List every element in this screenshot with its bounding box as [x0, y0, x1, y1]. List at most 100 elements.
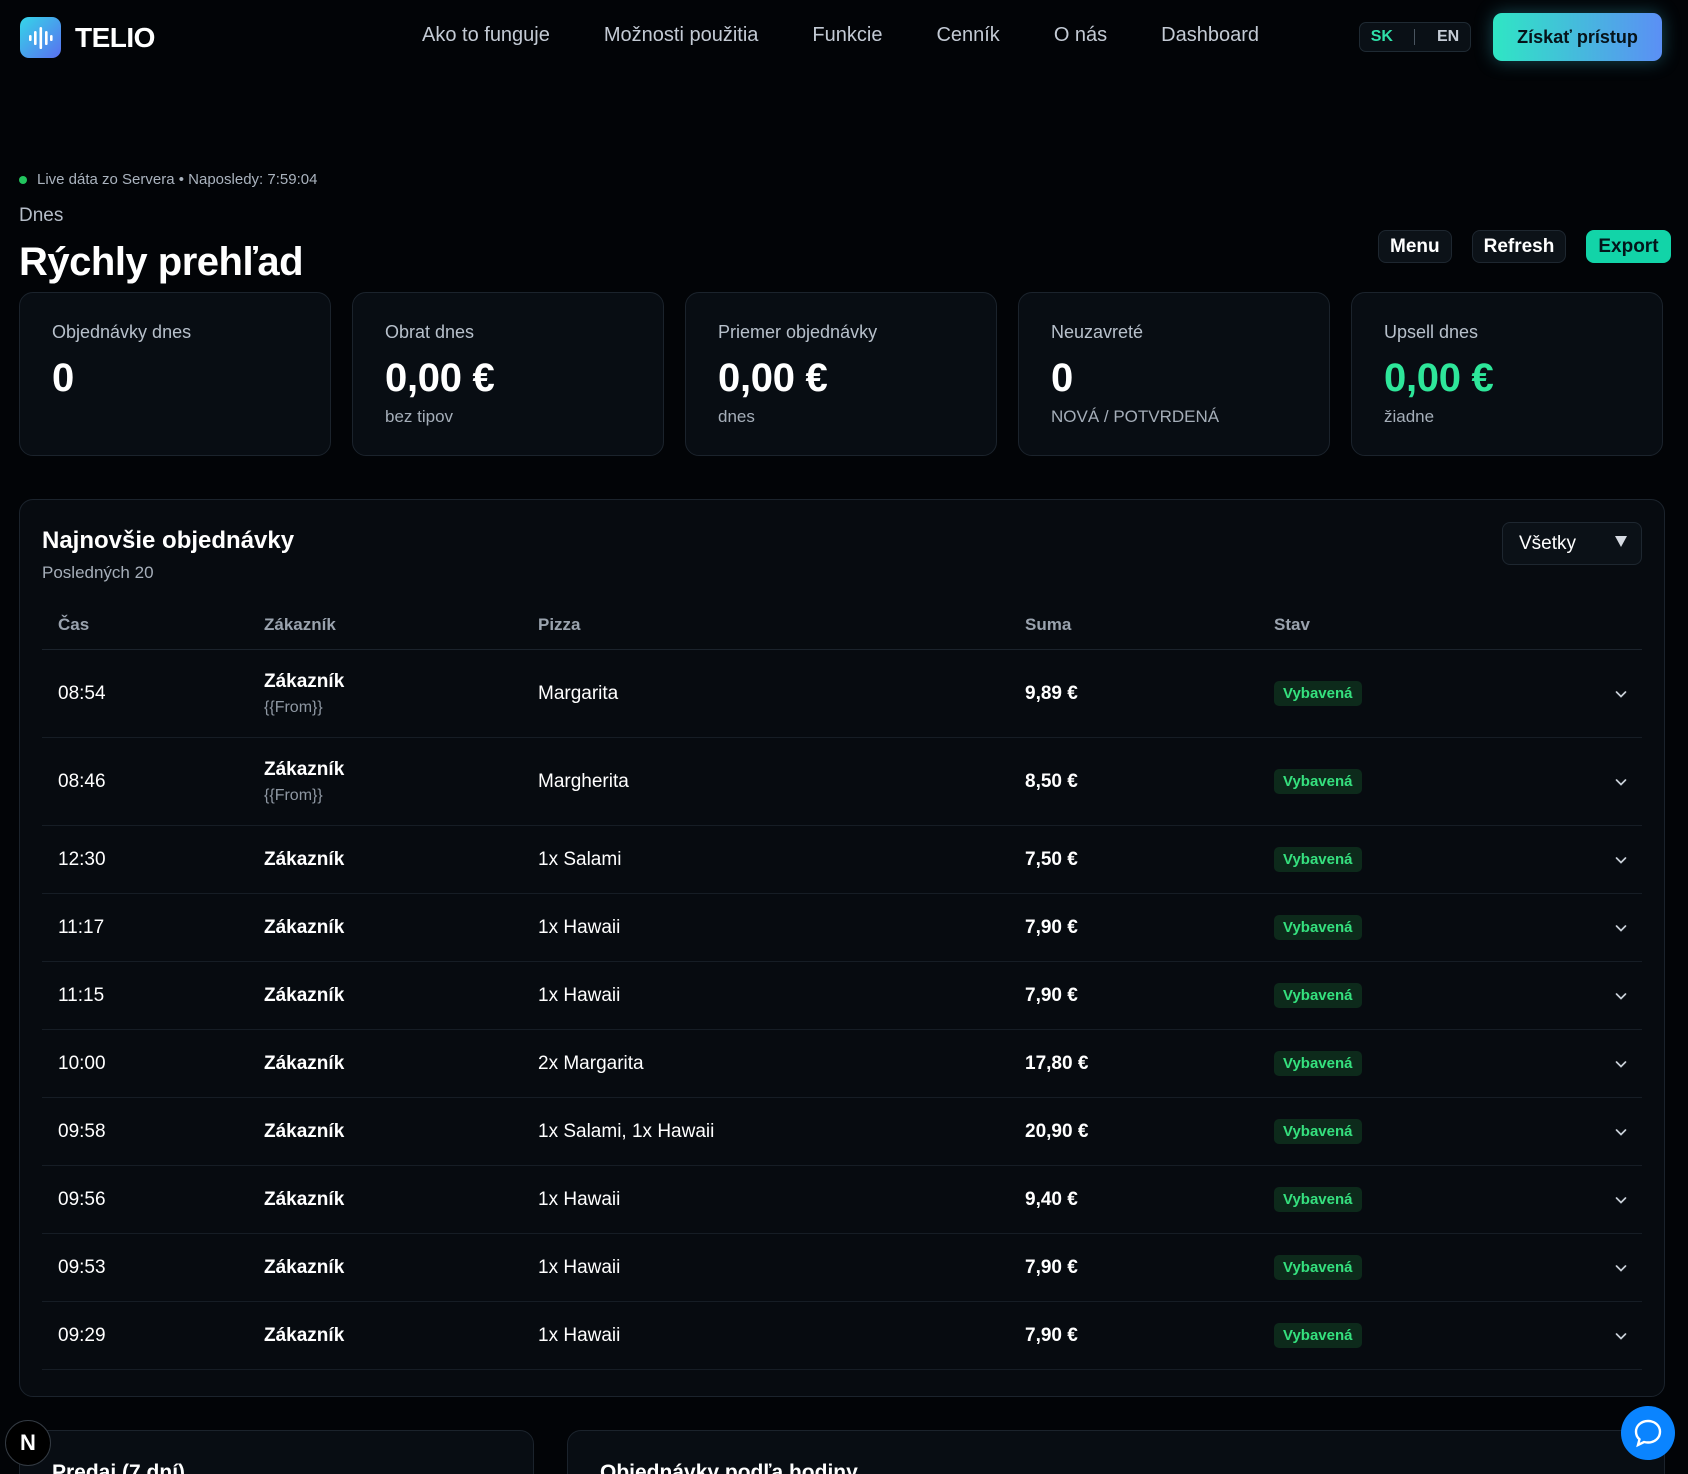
chevron-down-icon[interactable]: [1615, 1126, 1627, 1138]
customer-name: Zákazník: [264, 670, 345, 692]
chevron-down-icon[interactable]: [1615, 1262, 1627, 1274]
top-navigation: TELIO Ako to funguje Možnosti použitia F…: [0, 0, 1688, 74]
order-time: 12:30: [58, 848, 106, 870]
get-access-button[interactable]: Získať prístup: [1493, 13, 1662, 61]
card-title: Objednávky podľa hodiny: [600, 1461, 858, 1474]
customer-name: Zákazník: [264, 916, 345, 938]
stat-label: Upsell dnes: [1384, 322, 1479, 342]
customer-name: Zákazník: [264, 1188, 345, 1210]
status-badge: Vybavená: [1274, 1051, 1362, 1076]
order-time: 10:00: [58, 1052, 106, 1074]
order-pizza: Margarita: [538, 682, 619, 704]
latest-orders-panel: Najnovšie objednávky Posledných 20 Všetk…: [19, 499, 1665, 1397]
column-header-pizza[interactable]: Pizza: [538, 615, 581, 635]
status-filter-select[interactable]: Všetky: [1502, 522, 1642, 565]
nav-link-dashboard[interactable]: Dashboard: [1161, 24, 1259, 47]
nav-link-funkcie[interactable]: Funkcie: [812, 24, 882, 47]
refresh-button[interactable]: Refresh: [1471, 230, 1567, 263]
order-time: 08:54: [58, 682, 106, 704]
export-button[interactable]: Export: [1586, 230, 1671, 263]
chevron-down-icon[interactable]: [1615, 922, 1627, 934]
order-time: 09:29: [58, 1324, 106, 1346]
chevron-down-icon[interactable]: [1615, 1330, 1627, 1342]
nav-links: Ako to funguje Možnosti použitia Funkcie…: [422, 24, 1313, 47]
dev-tools-badge[interactable]: N: [5, 1420, 51, 1466]
order-sum: 17,80 €: [1025, 1052, 1089, 1074]
nav-link-moznosti-pouzitia[interactable]: Možnosti použitia: [604, 24, 759, 47]
chevron-down-icon[interactable]: [1615, 1194, 1627, 1206]
lang-en[interactable]: EN: [1437, 28, 1459, 46]
stat-card-upsell-today: Upsell dnes 0,00 € žiadne: [1351, 292, 1663, 456]
chevron-down-icon[interactable]: [1615, 990, 1627, 1002]
customer-name: Zákazník: [264, 984, 345, 1006]
orders-table: Čas Zákazník Pizza Suma Stav 08:54 Zákaz…: [42, 600, 1642, 1370]
stat-value: 0,00 €: [385, 356, 495, 400]
order-pizza: 1x Hawaii: [538, 1324, 621, 1346]
order-sum: 7,90 €: [1025, 1256, 1078, 1278]
table-row[interactable]: 09:56 Zákazník 1x Hawaii 9,40 € Vybavená: [42, 1166, 1642, 1234]
column-header-sum[interactable]: Suma: [1025, 615, 1071, 635]
lang-sk[interactable]: SK: [1371, 28, 1393, 46]
stat-value: 0,00 €: [718, 356, 828, 400]
table-row[interactable]: 11:17 Zákazník 1x Hawaii 7,90 € Vybavená: [42, 894, 1642, 962]
order-status: Vybavená: [1274, 1119, 1362, 1144]
table-row[interactable]: 12:30 Zákazník 1x Salami 7,50 € Vybavená: [42, 826, 1642, 894]
sales-7-days-card: Predaj (7 dní): [19, 1430, 534, 1474]
status-badge: Vybavená: [1274, 1187, 1362, 1212]
table-row[interactable]: 08:46 Zákazník {{From}} Margherita 8,50 …: [42, 738, 1642, 826]
menu-button[interactable]: Menu: [1378, 230, 1452, 263]
order-pizza: 1x Hawaii: [538, 1256, 621, 1278]
live-status: Live dáta zo Servera • Naposledy: 7:59:0…: [19, 171, 317, 188]
stat-label: Obrat dnes: [385, 322, 475, 342]
language-switcher: SK EN: [1359, 22, 1471, 52]
table-row[interactable]: 09:29 Zákazník 1x Hawaii 7,90 € Vybavená: [42, 1302, 1642, 1370]
order-status: Vybavená: [1274, 1323, 1362, 1348]
order-time: 09:53: [58, 1256, 106, 1278]
status-badge: Vybavená: [1274, 1255, 1362, 1280]
panel-subtitle: Posledných 20: [42, 563, 154, 582]
chevron-down-icon[interactable]: [1615, 688, 1627, 700]
customer-source: {{From}}: [264, 786, 323, 804]
live-status-text: Live dáta zo Servera • Naposledy: 7:59:0…: [37, 171, 318, 188]
order-status: Vybavená: [1274, 1255, 1362, 1280]
stat-cards: Objednávky dnes 0 Obrat dnes 0,00 € bez …: [19, 292, 1663, 456]
panel-title: Najnovšie objednávky: [42, 527, 295, 554]
table-row[interactable]: 11:15 Zákazník 1x Hawaii 7,90 € Vybavená: [42, 962, 1642, 1030]
table-row[interactable]: 09:58 Zákazník 1x Salami, 1x Hawaii 20,9…: [42, 1098, 1642, 1166]
live-indicator-dot: [19, 175, 27, 184]
table-row[interactable]: 08:54 Zákazník {{From}} Margarita 9,89 €…: [42, 650, 1642, 738]
order-pizza: 1x Hawaii: [538, 984, 621, 1006]
chevron-down-icon[interactable]: [1615, 776, 1627, 788]
nav-link-cennik[interactable]: Cenník: [936, 24, 999, 47]
status-badge: Vybavená: [1274, 769, 1362, 794]
column-header-status[interactable]: Stav: [1274, 615, 1310, 635]
order-pizza: 1x Hawaii: [538, 1188, 621, 1210]
table-row[interactable]: 10:00 Zákazník 2x Margarita 17,80 € Vyba…: [42, 1030, 1642, 1098]
lang-divider: [1414, 29, 1416, 45]
caret-down-icon: [1615, 536, 1627, 547]
chevron-down-icon[interactable]: [1615, 854, 1627, 866]
table-row[interactable]: 09:53 Zákazník 1x Hawaii 7,90 € Vybavená: [42, 1234, 1642, 1302]
stat-label: Objednávky dnes: [52, 322, 192, 342]
order-customer: Zákazník {{From}}: [264, 759, 344, 805]
chat-bubble-icon[interactable]: [1621, 1406, 1675, 1460]
stat-label: Priemer objednávky: [718, 322, 878, 342]
column-header-customer[interactable]: Zákazník: [264, 615, 336, 635]
order-time: 11:15: [58, 984, 105, 1006]
customer-source: {{From}}: [264, 698, 323, 716]
stat-value: 0: [52, 356, 74, 400]
nav-link-o-nas[interactable]: O nás: [1054, 24, 1107, 47]
order-pizza: 1x Salami, 1x Hawaii: [538, 1120, 715, 1142]
status-badge: Vybavená: [1274, 681, 1362, 706]
order-pizza: Margherita: [538, 770, 629, 792]
stat-card-orders-today: Objednávky dnes 0: [19, 292, 331, 456]
brand-name: TELIO: [75, 21, 155, 53]
brand-logo[interactable]: TELIO: [20, 17, 155, 58]
status-badge: Vybavená: [1274, 983, 1362, 1008]
order-sum: 7,90 €: [1025, 984, 1078, 1006]
column-header-time[interactable]: Čas: [58, 615, 89, 635]
breadcrumb: Dnes: [19, 205, 64, 226]
chevron-down-icon[interactable]: [1615, 1058, 1627, 1070]
nav-link-ako-to-funguje[interactable]: Ako to funguje: [422, 24, 550, 47]
order-sum: 7,50 €: [1025, 848, 1078, 870]
